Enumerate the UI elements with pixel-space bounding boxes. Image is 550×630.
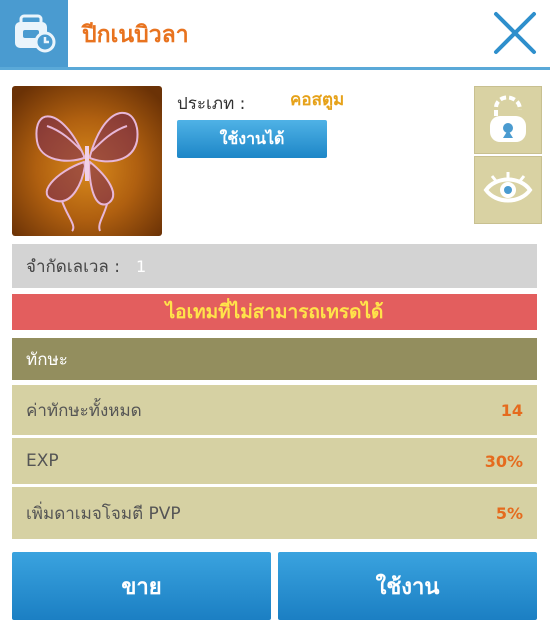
item-type-value: คอสตูม [290, 90, 345, 110]
preview-button[interactable] [474, 156, 542, 224]
stat-label: เพิ่มดาเมจโจมตี PVP [26, 503, 181, 524]
close-icon [494, 12, 536, 54]
unlock-icon [490, 95, 526, 142]
level-requirement-label: จำกัดเลเวล : [26, 256, 120, 277]
close-button[interactable] [492, 10, 538, 56]
level-requirement-row: จำกัดเลเวล : 1 [12, 244, 537, 288]
butterfly-wings-icon [35, 111, 139, 232]
lock-toggle-button[interactable] [474, 86, 542, 154]
usable-status-badge: ใช้งานได้ [177, 120, 327, 158]
skills-header: ทักษะ [12, 338, 537, 380]
eye-icon [483, 172, 533, 203]
trade-status-banner: ไอเทมที่ไม่สามารถเทรดได้ [12, 294, 537, 330]
header-bar: ปีกเนบิวลา [0, 0, 550, 70]
backpack-clock-icon [0, 0, 68, 67]
stat-label: EXP [26, 451, 59, 471]
stat-row: EXP 30% [12, 438, 537, 484]
stat-label: ค่าทักษะทั้งหมด [26, 400, 142, 421]
stat-row: เพิ่มดาเมจโจมตี PVP 5% [12, 487, 537, 539]
stat-value: 14 [500, 400, 523, 420]
use-button[interactable]: ใช้งาน [278, 552, 537, 620]
item-type-label: ประเภท : [177, 94, 246, 114]
stat-value: 30% [484, 451, 523, 471]
sell-button[interactable]: ขาย [12, 552, 271, 620]
item-image [12, 86, 162, 236]
page-title: ปีกเนบิวลา [82, 22, 189, 48]
stat-row: ค่าทักษะทั้งหมด 14 [12, 385, 537, 435]
level-requirement-value: 1 [135, 256, 147, 276]
stat-value: 5% [495, 503, 523, 523]
